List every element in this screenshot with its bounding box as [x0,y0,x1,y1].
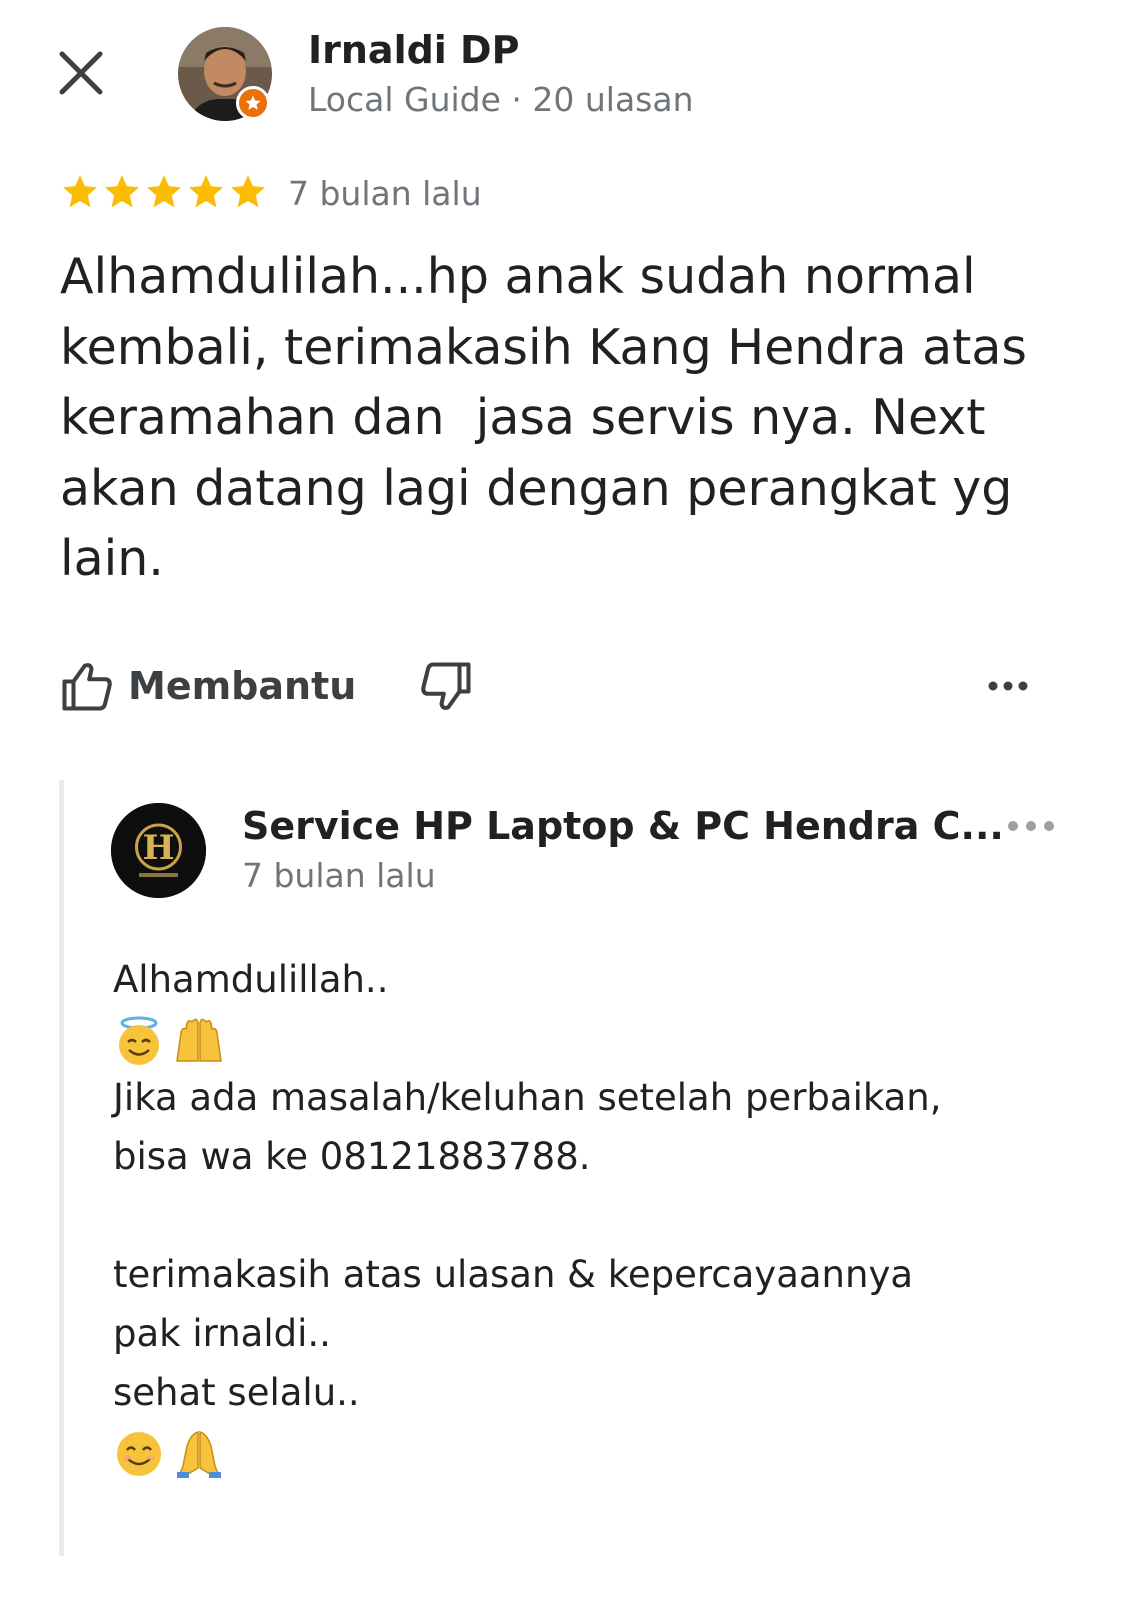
reply-body: Jika ada masalah/keluhan setelah perbaik… [113,1076,942,1414]
raising-hands-emoji [176,1018,222,1062]
local-guide-badge [236,86,270,120]
star-icon [147,175,181,208]
reviewer-meta: Local Guide · 20 ulasan [308,80,694,119]
reply-text: Alhamdulillah.. Jika ada masalah/keluhan… [113,950,1073,1481]
reviewer-name[interactable]: Irnaldi DP [308,28,519,72]
helpful-label: Membantu [128,664,357,708]
emoji-row-2 [113,1428,225,1480]
owner-logo-letter: H [142,828,174,868]
more-horizontal-icon [988,681,1028,691]
helpful-button[interactable]: Membantu [60,654,356,718]
folded-hands-emoji [177,1430,221,1478]
star-icon [105,175,139,208]
review-more-button[interactable] [982,668,1036,704]
owner-name[interactable]: Service HP Laptop & PC Hendra C... [242,804,1004,848]
owner-logo[interactable]: H [111,803,206,898]
close-icon [59,51,103,95]
reply-time: 7 bulan lalu [242,856,436,895]
star-icon [231,175,265,208]
reply-divider [59,780,64,1556]
more-horizontal-icon [1008,821,1054,831]
emoji-row-1 [113,1015,225,1067]
review-time: 7 bulan lalu [288,174,482,213]
star-icon [189,175,223,208]
close-button[interactable] [52,44,112,104]
thumb-up-icon [62,663,112,711]
star-rating [60,172,268,212]
not-helpful-button[interactable] [418,660,478,716]
smiling-face-emoji [117,1431,161,1476]
reply-more-button[interactable] [1002,808,1060,844]
star-icon [63,175,97,208]
thumb-down-icon [421,662,471,710]
local-guide-star-icon [245,95,261,110]
smiling-face-with-halo-emoji [119,1016,159,1065]
reply-line-1: Alhamdulillah.. [113,958,389,1001]
review-text: Alhamdulilah...hp anak sudah normal kemb… [60,248,1027,587]
